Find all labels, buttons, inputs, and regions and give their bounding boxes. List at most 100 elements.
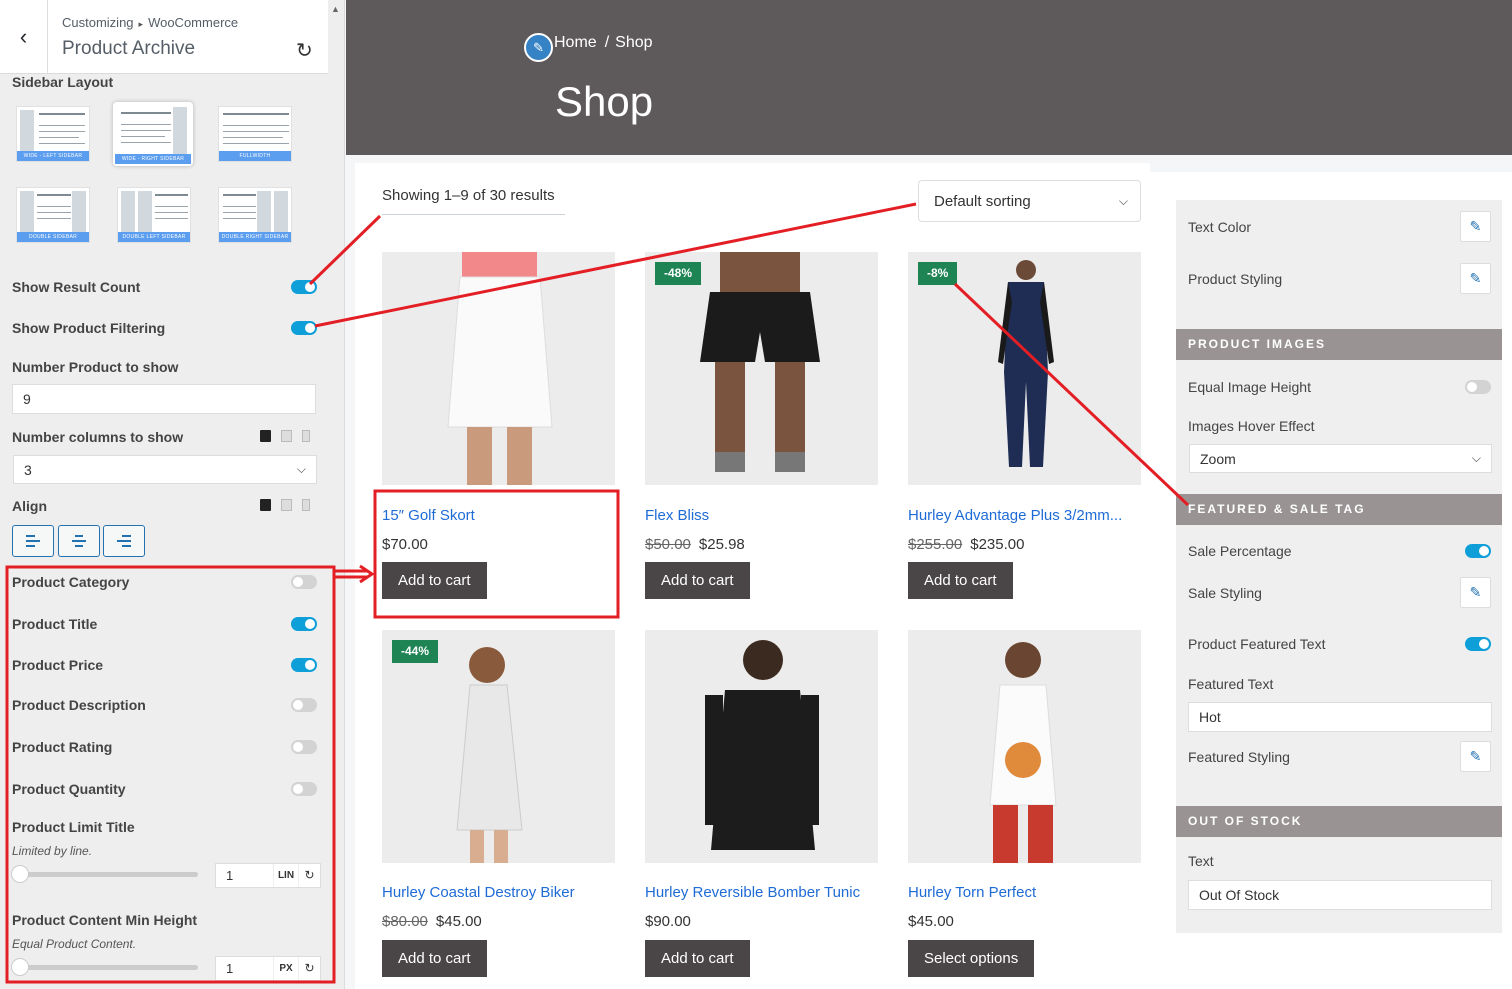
product-price-row: Product Price [12, 654, 317, 676]
align-left-icon [26, 535, 40, 547]
panel-header: ‹ Customizing ▸ WooCommerce Product Archiv… [0, 0, 328, 74]
old-price: $50.00 [645, 536, 691, 553]
product-image[interactable]: -8% [908, 252, 1141, 485]
sale-percentage-toggle[interactable] [1465, 544, 1491, 558]
product-title-link[interactable]: 15″ Golf Skort [382, 507, 475, 524]
sale-styling-label: Sale Styling [1188, 584, 1262, 601]
mobile-icon[interactable] [302, 430, 310, 442]
page-title: Shop [555, 78, 654, 125]
layout-caption: WIDE - RIGHT SIDEBAR [115, 154, 191, 164]
product-title-link[interactable]: Hurley Coastal Destroy Biker [382, 884, 575, 901]
out-of-stock-text-input[interactable]: Out Of Stock [1188, 880, 1492, 910]
product-title-link[interactable]: Hurley Reversible Bomber Tunic [645, 884, 860, 901]
layout-fullwidth[interactable]: FULLWIDTH [218, 106, 292, 162]
desktop-icon[interactable] [260, 430, 271, 442]
back-button[interactable]: ‹ [0, 0, 48, 74]
product-category-toggle[interactable] [291, 575, 317, 589]
mobile-icon[interactable] [302, 499, 310, 511]
number-product-input[interactable]: 9 [12, 384, 316, 414]
add-to-cart-button[interactable]: Add to cart [645, 562, 750, 599]
align-right-icon [117, 535, 131, 547]
add-to-cart-button[interactable]: Add to cart [382, 940, 487, 977]
product-styling-row: Product Styling ✎ [1188, 263, 1491, 294]
featured-styling-edit-button[interactable]: ✎ [1460, 741, 1491, 772]
product-title-link[interactable]: Hurley Advantage Plus 3/2mm... [908, 507, 1122, 524]
product-description-toggle[interactable] [291, 698, 317, 712]
sale-styling-edit-button[interactable]: ✎ [1460, 577, 1491, 608]
product-price: $90.00 [645, 913, 691, 930]
featured-text-input[interactable]: Hot [1188, 702, 1492, 732]
layout-wide-right-sidebar[interactable]: WIDE - RIGHT SIDEBAR [113, 102, 193, 166]
layout-double-sidebar[interactable]: DOUBLE SIDEBAR [16, 187, 90, 243]
scroll-up-arrow[interactable]: ▲ [331, 4, 340, 14]
limit-title-label: Product Limit Title [12, 819, 135, 835]
product-image[interactable] [908, 630, 1141, 863]
pencil-icon: ✎ [1469, 748, 1482, 764]
hover-effect-label-row: Images Hover Effect [1188, 418, 1491, 434]
text-color-edit-button[interactable]: ✎ [1460, 211, 1491, 242]
product-price-label: Product Price [12, 657, 104, 673]
product-styling-edit-button[interactable]: ✎ [1460, 263, 1491, 294]
current-price: $25.98 [698, 536, 745, 553]
featured-styling-label: Featured Styling [1188, 748, 1290, 765]
tablet-icon[interactable] [281, 430, 292, 442]
content-min-height-slider-handle[interactable] [11, 958, 29, 976]
breadcrumb: Customizing ▸ WooCommerce [62, 15, 238, 30]
desktop-icon[interactable] [260, 499, 271, 511]
align-left-button[interactable] [12, 525, 54, 557]
hover-effect-select[interactable]: Zoom ⌵ [1189, 444, 1492, 473]
edit-shortcut-pencil-icon[interactable]: ✎ [524, 33, 553, 62]
featured-styling-row: Featured Styling ✎ [1188, 741, 1491, 772]
number-columns-select[interactable]: 3 ⌵ [13, 455, 317, 484]
product-quantity-row: Product Quantity [12, 778, 317, 800]
hover-effect-label: Images Hover Effect [1188, 418, 1315, 434]
add-to-cart-button[interactable]: Add to cart [645, 940, 750, 977]
reset-icon[interactable]: ↻ [299, 957, 320, 980]
select-options-button[interactable]: Select options [908, 940, 1035, 977]
equal-image-height-label: Equal Image Height [1188, 379, 1311, 395]
product-image[interactable] [382, 252, 615, 485]
add-to-cart-button[interactable]: Add to cart [382, 562, 487, 599]
sorting-select[interactable]: Default sorting ⌵ [918, 180, 1141, 222]
breadcrumb-section: WooCommerce [148, 15, 239, 30]
product-rating-toggle[interactable] [291, 740, 317, 754]
product-featured-text-toggle[interactable] [1465, 637, 1491, 651]
reset-icon[interactable]: ↻ [296, 38, 313, 63]
content-min-height-slider[interactable] [12, 965, 198, 970]
layout-wide-left-sidebar[interactable]: WIDE - LEFT SIDEBAR [16, 106, 90, 162]
limit-title-value-input[interactable]: 1 [216, 864, 274, 887]
product-title-label: Product Title [12, 616, 98, 632]
tablet-icon[interactable] [281, 499, 292, 511]
layout-double-left-sidebar[interactable]: DOUBLE LEFT SIDEBAR [117, 187, 191, 243]
number-columns-value: 3 [24, 461, 32, 478]
sidebar-layout-label: Sidebar Layout [12, 74, 114, 90]
limit-title-slider-handle[interactable] [11, 865, 29, 883]
reset-icon[interactable]: ↻ [299, 864, 320, 887]
product-price: $50.00 $25.98 [645, 536, 745, 553]
content-min-height-value-input[interactable]: 1 [216, 957, 274, 980]
show-result-count-toggle[interactable] [291, 280, 317, 294]
equal-image-height-toggle[interactable] [1465, 380, 1491, 394]
layout-double-right-sidebar[interactable]: DOUBLE RIGHT SIDEBAR [218, 187, 292, 243]
product-quantity-toggle[interactable] [291, 782, 317, 796]
add-to-cart-button[interactable]: Add to cart [908, 562, 1013, 599]
product-price-toggle[interactable] [291, 658, 317, 672]
product-image[interactable] [645, 630, 878, 863]
chevron-down-icon: ⌵ [1471, 451, 1481, 465]
breadcrumb-home-link[interactable]: Home [554, 34, 597, 51]
align-right-button[interactable] [103, 525, 145, 557]
product-image[interactable]: -48% [645, 252, 878, 485]
sale-badge: -44% [392, 640, 439, 663]
product-image[interactable]: -44% [382, 630, 615, 863]
limit-title-slider[interactable] [12, 872, 198, 877]
product-title-link[interactable]: Flex Bliss [645, 507, 709, 524]
current-price: $70.00 [382, 536, 428, 553]
align-center-button[interactable] [58, 525, 100, 557]
product-title-row: Product Title [12, 613, 317, 635]
show-product-filtering-toggle[interactable] [291, 321, 317, 335]
layout-caption: FULLWIDTH [219, 151, 291, 161]
product-title-link[interactable]: Hurley Torn Perfect [908, 884, 1036, 901]
breadcrumb-current: Shop [615, 34, 653, 51]
product-title-toggle[interactable] [291, 617, 317, 631]
layout-caption: WIDE - LEFT SIDEBAR [17, 151, 89, 161]
